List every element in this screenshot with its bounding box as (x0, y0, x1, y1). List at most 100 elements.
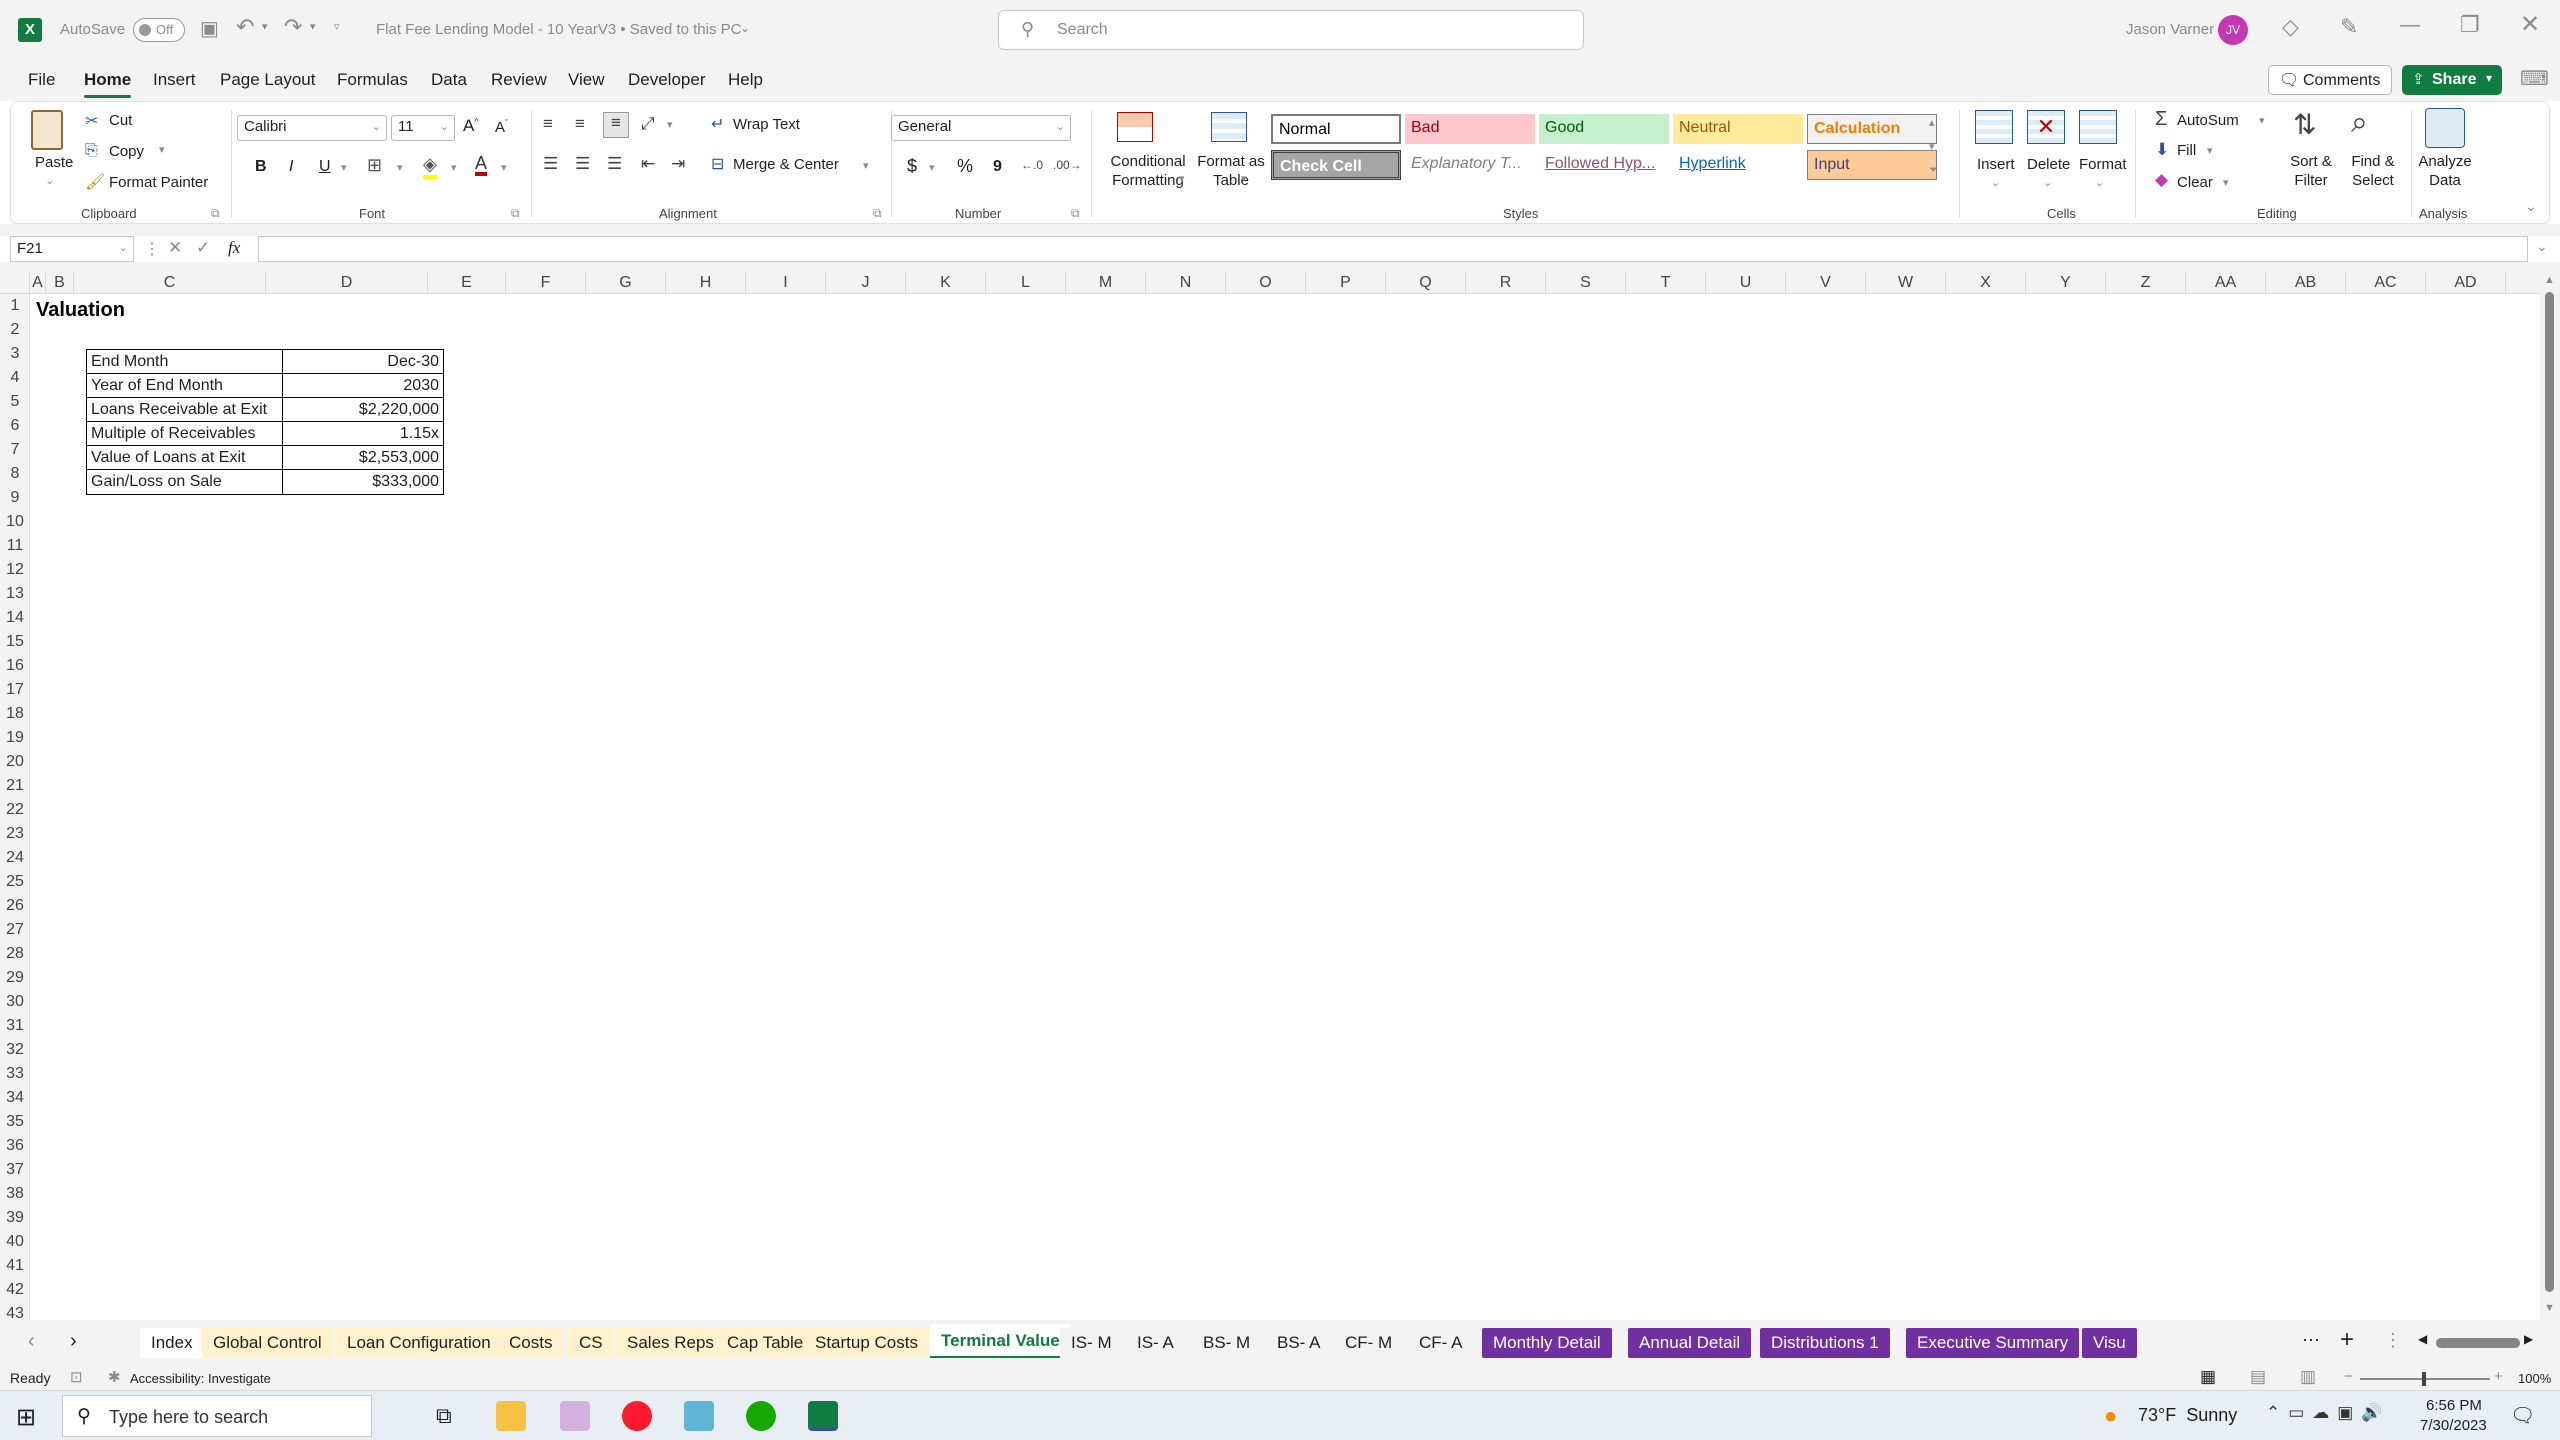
sheet-title[interactable]: Valuation (36, 298, 125, 322)
user-name[interactable]: Jason Varner (2126, 21, 2214, 38)
style-cell-normal[interactable]: Normal (1271, 114, 1401, 144)
zoom-out-icon[interactable]: − (2344, 1368, 2353, 1385)
accessibility-icon[interactable]: ✱ (108, 1368, 121, 1386)
column-header[interactable]: H (666, 272, 746, 294)
worksheet-grid[interactable]: A B C D E F G H I J K L M N O P Q R S T U V W X Y Z AA AB AC AD 12345… (0, 272, 2560, 1320)
sheet-tab[interactable]: Costs (498, 1328, 564, 1358)
cut-button[interactable]: Cut (109, 112, 132, 129)
style-cell-hyperlink[interactable]: Hyperlink (1673, 150, 1803, 180)
page-layout-view-icon[interactable]: ▤ (2250, 1367, 2266, 1387)
column-header[interactable]: W (1866, 272, 1946, 294)
new-sheet-icon[interactable]: + (2340, 1326, 2354, 1354)
row-header[interactable]: 29 (0, 966, 30, 990)
row-header[interactable]: 23 (0, 822, 30, 846)
format-cells-icon[interactable] (2079, 110, 2117, 144)
sheet-tab[interactable]: Cap Table (716, 1328, 815, 1358)
scroll-down-icon[interactable]: ▼ (2544, 1302, 2555, 1314)
merge-center-button[interactable]: Merge & Center (733, 156, 839, 173)
row-header[interactable]: 22 (0, 798, 30, 822)
app-icon[interactable] (684, 1401, 714, 1431)
name-box[interactable]: F21 ⌄ (10, 236, 134, 262)
row-header[interactable]: 18 (0, 702, 30, 726)
align-middle-icon[interactable]: ≡ (575, 114, 585, 134)
column-header[interactable]: Q (1386, 272, 1466, 294)
italic-button[interactable]: I (289, 158, 293, 176)
share-dropdown-icon[interactable]: ▾ (2486, 71, 2492, 85)
decrease-indent-icon[interactable]: ⇤ (641, 154, 655, 174)
row-value-cell[interactable]: $2,220,000 (283, 398, 443, 421)
row-header[interactable]: 32 (0, 1038, 30, 1062)
sheet-tab[interactable]: CF- A (1408, 1328, 1474, 1358)
weather-text[interactable]: 73°F Sunny (2138, 1405, 2237, 1426)
sheet-tab[interactable]: IS- A (1126, 1328, 1185, 1358)
column-header[interactable]: O (1226, 272, 1306, 294)
insert-cells-button[interactable]: Insert (1977, 156, 2015, 173)
row-header[interactable]: 17 (0, 678, 30, 702)
clock-time[interactable]: 6:56 PM (2426, 1397, 2482, 1414)
row-header[interactable]: 38 (0, 1182, 30, 1206)
row-header[interactable]: 34 (0, 1086, 30, 1110)
align-top-icon[interactable]: ≡ (543, 114, 553, 134)
number-launcher-icon[interactable]: ⧉ (1071, 206, 1080, 221)
cancel-entry-icon[interactable]: ✕ (168, 238, 182, 258)
file-explorer-icon[interactable] (496, 1401, 526, 1431)
taskbar-search[interactable]: ⚲ Type here to search (62, 1395, 372, 1437)
column-header[interactable]: AC (2346, 272, 2426, 294)
column-header[interactable]: AB (2266, 272, 2346, 294)
more-sheets-icon[interactable]: ⋯ (2302, 1330, 2320, 1351)
clock-date[interactable]: 7/30/2023 (2420, 1417, 2487, 1434)
formula-input[interactable] (258, 236, 2528, 262)
insert-dropdown-icon[interactable]: ⌄ (1991, 176, 2000, 189)
horizontal-scroll-thumb[interactable] (2436, 1338, 2520, 1348)
save-icon[interactable]: ▣ (200, 16, 219, 41)
row-value-cell[interactable]: 1.15x (283, 422, 443, 445)
conditional-formatting-button[interactable]: Conditional Formatting (1093, 152, 1203, 190)
hscroll-left-icon[interactable]: ◀ (2418, 1332, 2427, 1346)
paste-button[interactable]: Paste (35, 154, 73, 171)
ribbon-display-icon[interactable]: ⌨ (2520, 66, 2549, 91)
gallery-more-icon[interactable]: ⏷ (1929, 164, 1938, 177)
insert-function-icon[interactable]: fx (228, 238, 240, 258)
sheet-tab[interactable]: CF- M (1334, 1328, 1404, 1358)
table-dropdown-icon[interactable]: ▾ (1241, 172, 1247, 185)
sheet-tab[interactable]: Terminal Value (930, 1324, 1071, 1358)
task-view-icon[interactable]: ⧉ (436, 1403, 452, 1429)
style-cell-check-cell[interactable]: Check Cell (1271, 150, 1401, 180)
column-header[interactable]: P (1306, 272, 1386, 294)
font-color-icon[interactable]: A (475, 154, 488, 176)
menu-data[interactable]: Data (431, 70, 467, 90)
align-center-icon[interactable]: ☰ (575, 154, 590, 174)
sort-filter-button[interactable]: Sort & Filter (2281, 152, 2341, 190)
sheet-tab[interactable]: Global Control (202, 1328, 333, 1358)
format-cells-button[interactable]: Format (2079, 156, 2127, 173)
sheet-tab[interactable]: Visu (2082, 1328, 2137, 1358)
menu-view[interactable]: View (568, 70, 605, 90)
diamond-icon[interactable]: ◇ (2282, 14, 2299, 40)
column-header[interactable]: X (1946, 272, 2026, 294)
sheet-tab[interactable]: CS (568, 1328, 614, 1358)
column-header[interactable]: L (986, 272, 1066, 294)
menu-review[interactable]: Review (491, 70, 547, 90)
font-size-select[interactable]: 11 ⌄ (391, 115, 455, 141)
menu-home[interactable]: Home (84, 70, 132, 98)
bold-button[interactable]: B (255, 158, 267, 176)
column-header[interactable]: U (1706, 272, 1786, 294)
row-label-cell[interactable]: End Month (87, 350, 283, 373)
autosum-dropdown-icon[interactable]: ▾ (2259, 114, 2265, 127)
zoom-slider[interactable] (2360, 1372, 2490, 1386)
column-header[interactable]: J (826, 272, 906, 294)
row-header[interactable]: 25 (0, 870, 30, 894)
sheet-tab[interactable]: Executive Summary (1906, 1328, 2080, 1358)
column-header[interactable]: D (266, 272, 428, 294)
paste-dropdown-icon[interactable]: ⌄ (45, 174, 54, 187)
alignment-launcher-icon[interactable]: ⧉ (873, 206, 882, 221)
decrease-decimal-icon[interactable]: .00→ (1053, 158, 1082, 172)
row-header[interactable]: 7 (0, 438, 30, 462)
row-header[interactable]: 3 (0, 342, 30, 366)
row-header[interactable]: 5 (0, 390, 30, 414)
sheet-tab[interactable]: Loan Configuration (336, 1328, 502, 1358)
menu-insert[interactable]: Insert (153, 70, 196, 90)
search-box[interactable]: ⚲ Search (998, 10, 1584, 50)
sheet-tab[interactable]: Monthly Detail (1482, 1328, 1612, 1358)
underline-button[interactable]: U (319, 158, 331, 176)
